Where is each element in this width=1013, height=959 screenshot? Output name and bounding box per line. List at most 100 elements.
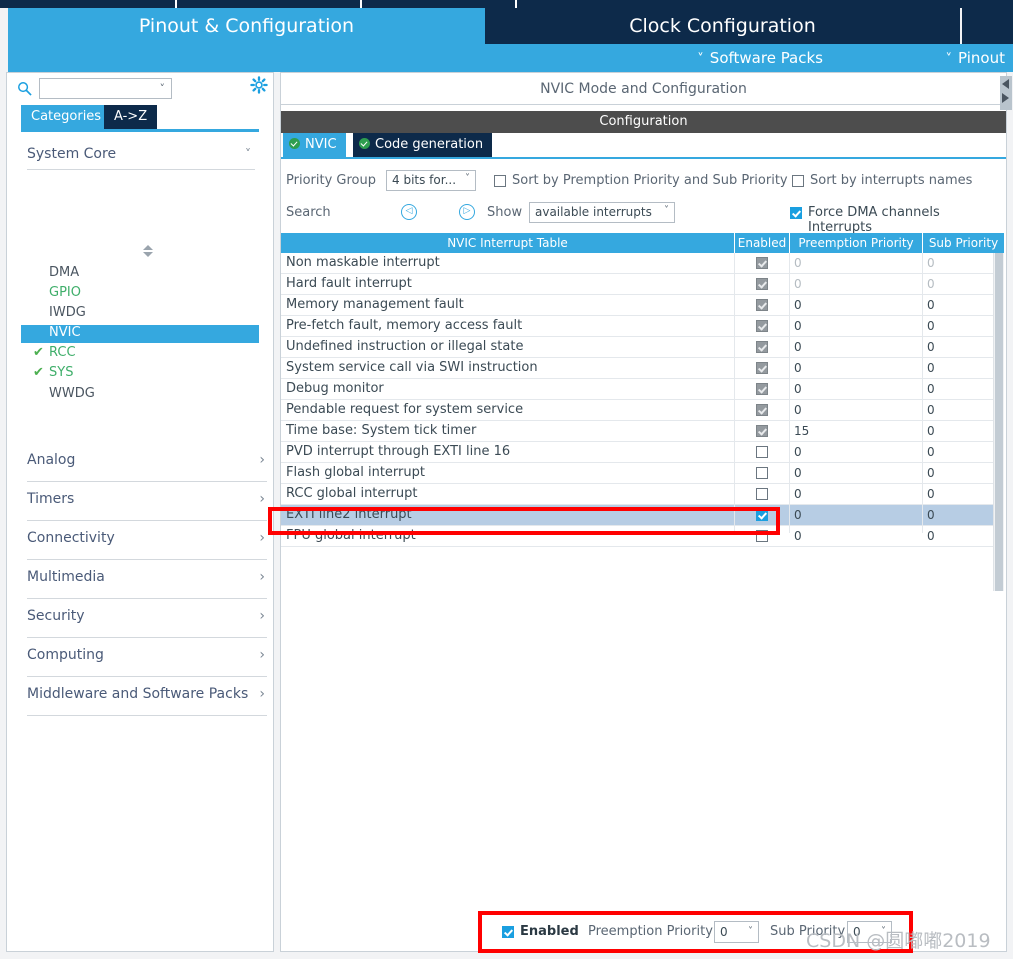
- chevron-right-circle-icon[interactable]: ▷: [459, 204, 475, 220]
- scroll-spinner-icon[interactable]: [141, 245, 155, 257]
- sub-priority-cell[interactable]: 0: [927, 316, 935, 336]
- tab-clock-configuration[interactable]: Clock Configuration: [485, 8, 960, 44]
- tab-categories[interactable]: Categories: [21, 105, 112, 129]
- interrupt-enabled-checkbox[interactable]: [756, 320, 768, 332]
- chevron-down-icon[interactable]: ˅: [245, 139, 251, 169]
- sidebar-category-timers[interactable]: Timers ›: [27, 482, 267, 521]
- preemption-priority-cell[interactable]: 0: [794, 526, 802, 546]
- chevron-left-circle-icon[interactable]: ◁: [401, 204, 417, 220]
- table-row[interactable]: PVD interrupt through EXTI line 16 0 0: [281, 442, 1004, 463]
- priority-group-select[interactable]: 4 bits for... ˅: [386, 170, 476, 191]
- preemption-priority-cell[interactable]: 0: [794, 484, 802, 504]
- sub-priority-cell[interactable]: 0: [927, 253, 935, 273]
- interrupt-enabled-checkbox[interactable]: [756, 509, 768, 521]
- preemption-priority-cell[interactable]: 0: [794, 379, 802, 399]
- tab-extra[interactable]: [962, 8, 1013, 44]
- preemption-priority-select[interactable]: 0 ˅: [714, 921, 759, 943]
- table-scrollbar[interactable]: [993, 253, 1004, 591]
- table-row[interactable]: RCC global interrupt 0 0: [281, 484, 1004, 505]
- interrupt-enabled-checkbox[interactable]: [756, 341, 768, 353]
- preemption-priority-cell[interactable]: 0: [794, 358, 802, 378]
- preemption-priority-cell[interactable]: 0: [794, 463, 802, 483]
- interrupt-enabled-checkbox[interactable]: [756, 257, 768, 269]
- sub-priority-cell[interactable]: 0: [927, 526, 935, 546]
- table-row[interactable]: Pendable request for system service 0 0: [281, 400, 1004, 421]
- sidebar-item-dma[interactable]: DMA: [49, 265, 79, 280]
- table-row[interactable]: Time base: System tick timer 15 0: [281, 421, 1004, 442]
- show-select[interactable]: available interrupts ˅: [529, 202, 675, 223]
- table-scrollbar-thumb[interactable]: [995, 253, 1003, 591]
- search-input[interactable]: ˅: [39, 78, 172, 99]
- enabled-checkbox[interactable]: [502, 926, 514, 938]
- table-row[interactable]: FPU global interrupt 0 0: [281, 526, 1004, 547]
- preemption-priority-cell[interactable]: 0: [794, 253, 802, 273]
- software-packs-menu[interactable]: ˅ Software Packs: [697, 44, 823, 72]
- tab-code-generation[interactable]: Code generation: [353, 133, 493, 157]
- sidebar-item-wwdg[interactable]: WWDG: [49, 386, 95, 401]
- sub-priority-cell[interactable]: 0: [927, 421, 935, 441]
- interrupt-enabled-checkbox[interactable]: [756, 446, 768, 458]
- preemption-priority-cell[interactable]: 0: [794, 337, 802, 357]
- table-row[interactable]: Flash global interrupt 0 0: [281, 463, 1004, 484]
- preemption-priority-cell[interactable]: 0: [794, 295, 802, 315]
- sub-priority-cell[interactable]: 0: [927, 484, 935, 504]
- panel-splitter-handle[interactable]: [1000, 76, 1012, 110]
- force-dma-checkbox[interactable]: [790, 207, 802, 219]
- sidebar-category-computing[interactable]: Computing ›: [27, 638, 267, 677]
- interrupt-enabled-checkbox[interactable]: [756, 404, 768, 416]
- interrupt-enabled-checkbox[interactable]: [756, 362, 768, 374]
- table-row[interactable]: Memory management fault 0 0: [281, 295, 1004, 316]
- sub-priority-cell[interactable]: 0: [927, 463, 935, 483]
- table-row[interactable]: Undefined instruction or illegal state 0 0: [281, 337, 1004, 358]
- tab-a-to-z[interactable]: A->Z: [104, 105, 158, 129]
- interrupt-enabled-checkbox[interactable]: [756, 299, 768, 311]
- interrupt-enabled-checkbox[interactable]: [756, 488, 768, 500]
- table-row[interactable]: System service call via SWI instruction 0…: [281, 358, 1004, 379]
- table-row[interactable]: Non maskable interrupt 0 0: [281, 253, 1004, 274]
- column-header-preemption[interactable]: Preemption Priority: [789, 233, 922, 253]
- gear-icon[interactable]: [250, 76, 268, 94]
- sidebar-item-rcc[interactable]: RCC: [49, 345, 76, 360]
- sort-names-checkbox[interactable]: [792, 175, 804, 187]
- preemption-priority-cell[interactable]: 15: [794, 421, 809, 441]
- chevron-down-icon[interactable]: ˅: [160, 82, 166, 95]
- tab-pinout-configuration[interactable]: Pinout & Configuration: [8, 8, 485, 44]
- preemption-priority-cell[interactable]: 0: [794, 274, 802, 294]
- interrupt-enabled-checkbox[interactable]: [756, 383, 768, 395]
- sort-premption-checkbox[interactable]: [494, 175, 506, 187]
- sub-priority-cell[interactable]: 0: [927, 358, 935, 378]
- sub-priority-cell[interactable]: 0: [927, 505, 935, 525]
- interrupt-enabled-checkbox[interactable]: [756, 530, 768, 542]
- table-row[interactable]: EXTI line2 interrupt 0 0: [281, 505, 1004, 526]
- table-row[interactable]: Debug monitor 0 0: [281, 379, 1004, 400]
- column-header-name[interactable]: NVIC Interrupt Table: [281, 233, 734, 253]
- sidebar-item-iwdg[interactable]: IWDG: [49, 305, 86, 320]
- pinout-menu[interactable]: ˅ Pinout: [946, 44, 1005, 72]
- sidebar-item-nvic[interactable]: NVIC: [49, 325, 81, 340]
- sidebar-item-gpio[interactable]: GPIO: [49, 285, 81, 300]
- sidebar-category-middleware[interactable]: Middleware and Software Packs ›: [27, 677, 267, 716]
- sub-priority-cell[interactable]: 0: [927, 274, 935, 294]
- sub-priority-cell[interactable]: 0: [927, 337, 935, 357]
- interrupt-enabled-checkbox[interactable]: [756, 425, 768, 437]
- preemption-priority-cell[interactable]: 0: [794, 316, 802, 336]
- sidebar-category-security[interactable]: Security ›: [27, 599, 267, 638]
- interrupt-enabled-checkbox[interactable]: [756, 467, 768, 479]
- sub-priority-cell[interactable]: 0: [927, 400, 935, 420]
- sub-priority-cell[interactable]: 0: [927, 295, 935, 315]
- table-row[interactable]: Hard fault interrupt 0 0: [281, 274, 1004, 295]
- sub-priority-cell[interactable]: 0: [927, 379, 935, 399]
- preemption-priority-cell[interactable]: 0: [794, 400, 802, 420]
- table-row[interactable]: Pre-fetch fault, memory access fault 0 0: [281, 316, 1004, 337]
- preemption-priority-cell[interactable]: 0: [794, 442, 802, 462]
- sidebar-category-connectivity[interactable]: Connectivity ›: [27, 521, 267, 560]
- sub-priority-cell[interactable]: 0: [927, 442, 935, 462]
- column-header-sub[interactable]: Sub Priority: [922, 233, 1004, 253]
- preemption-priority-cell[interactable]: 0: [794, 505, 802, 525]
- interrupt-enabled-checkbox[interactable]: [756, 278, 768, 290]
- tab-nvic[interactable]: NVIC: [283, 133, 346, 157]
- column-header-enabled[interactable]: Enabled: [734, 233, 789, 253]
- group-system-core-header[interactable]: System Core ˅: [27, 139, 255, 170]
- sidebar-category-multimedia[interactable]: Multimedia ›: [27, 560, 267, 599]
- sidebar-category-analog[interactable]: Analog ›: [27, 443, 267, 482]
